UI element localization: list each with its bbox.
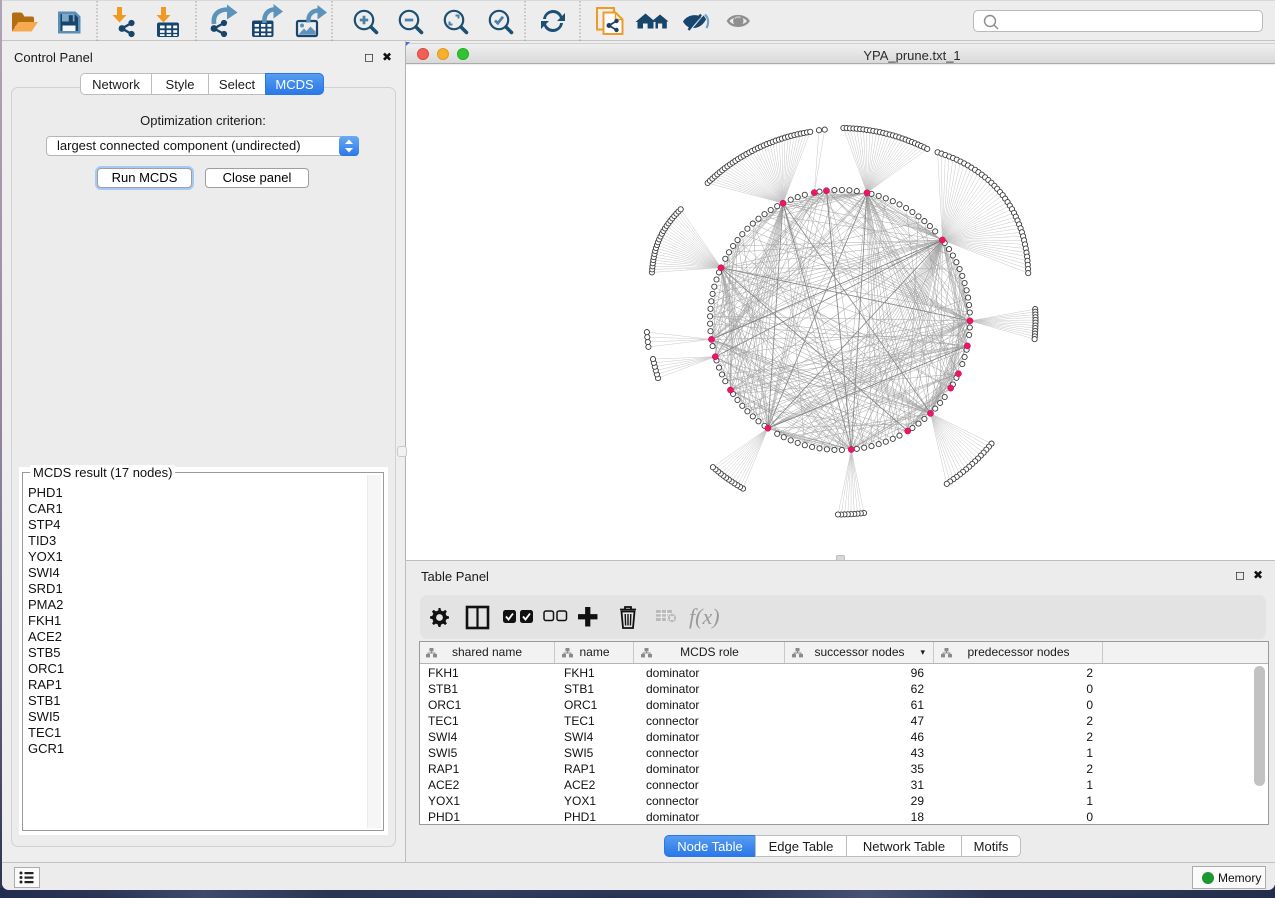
svg-text:f(x): f(x) [689, 604, 720, 629]
